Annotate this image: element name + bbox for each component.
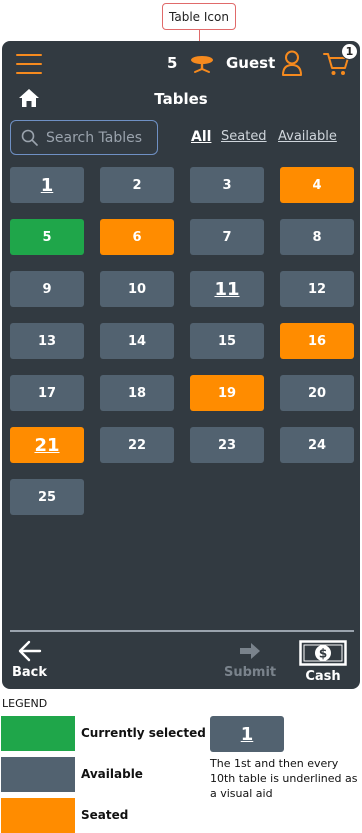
svg-text:$: $: [319, 647, 327, 661]
table-tile[interactable]: 7: [190, 219, 264, 255]
cash-label: Cash: [305, 669, 341, 684]
table-tile[interactable]: 14: [100, 323, 174, 359]
menu-icon[interactable]: [16, 54, 42, 74]
app-frame: 5 Guest 1 Tables All Seated Available 12…: [2, 41, 360, 689]
table-tile[interactable]: 6: [100, 219, 174, 255]
legend-aid-example-tile: 1: [210, 716, 284, 752]
table-tile[interactable]: 8: [280, 219, 354, 255]
submit-label: Submit: [224, 665, 277, 680]
search-icon: [21, 129, 38, 146]
table-tile[interactable]: 18: [100, 375, 174, 411]
legend-label-available: Available: [81, 767, 143, 781]
legend-swatch-seated: [1, 798, 75, 833]
legend-swatch-selected: [1, 716, 75, 751]
legend-label-selected: Currently selected: [81, 726, 206, 740]
table-tile[interactable]: 1: [10, 167, 84, 203]
table-tile[interactable]: 2: [100, 167, 174, 203]
table-tile[interactable]: 16: [280, 323, 354, 359]
table-tile[interactable]: 15: [190, 323, 264, 359]
submit-button[interactable]: Submit: [224, 640, 276, 680]
filter-available[interactable]: Available: [278, 129, 337, 144]
table-tile[interactable]: 13: [10, 323, 84, 359]
table-tile[interactable]: 24: [280, 427, 354, 463]
table-tile[interactable]: 25: [10, 479, 84, 515]
arrow-right-icon: [240, 643, 261, 659]
table-tile[interactable]: 23: [190, 427, 264, 463]
search-field[interactable]: [10, 120, 158, 155]
table-tile[interactable]: 9: [10, 271, 84, 307]
cart-count-badge: 1: [341, 43, 358, 60]
table-icon-callout: Table Icon: [162, 3, 236, 30]
current-table-number: 5: [167, 54, 178, 72]
filter-all[interactable]: All: [191, 129, 211, 145]
table-tile[interactable]: 12: [280, 271, 354, 307]
guest-label[interactable]: Guest: [226, 54, 275, 72]
table-icon[interactable]: [190, 53, 214, 75]
table-tile[interactable]: 21: [10, 427, 84, 463]
table-tile[interactable]: 17: [10, 375, 84, 411]
cash-button[interactable]: $ Cash: [299, 640, 347, 684]
table-tile[interactable]: 22: [100, 427, 174, 463]
footer-divider: [10, 630, 354, 632]
page-title: Tables: [154, 90, 208, 108]
filter-seated[interactable]: Seated: [221, 129, 267, 144]
back-button[interactable]: Back: [12, 640, 47, 680]
table-grid: 1 2 3 4 5 6 7 8 9 10 11 12 13 14 15 16 17 18 19 20 21 22 23 24 2…: [10, 167, 356, 515]
legend-aid-description: The 1st and then every 10th table is und…: [210, 757, 358, 800]
legend-label-seated: Seated: [81, 808, 129, 822]
legend-title: LEGEND: [2, 697, 48, 710]
cash-icon: $: [299, 640, 347, 666]
legend-swatch-available: [1, 757, 75, 792]
table-tile[interactable]: 11: [190, 271, 264, 307]
table-tile[interactable]: 3: [190, 167, 264, 203]
arrow-left-icon: [18, 640, 41, 662]
table-tile[interactable]: 20: [280, 375, 354, 411]
search-input[interactable]: [46, 129, 156, 146]
table-tile[interactable]: 4: [280, 167, 354, 203]
table-tile[interactable]: 19: [190, 375, 264, 411]
user-icon[interactable]: [281, 50, 303, 77]
back-label: Back: [12, 665, 48, 680]
table-tile[interactable]: 10: [100, 271, 174, 307]
table-tile[interactable]: 5: [10, 219, 84, 255]
